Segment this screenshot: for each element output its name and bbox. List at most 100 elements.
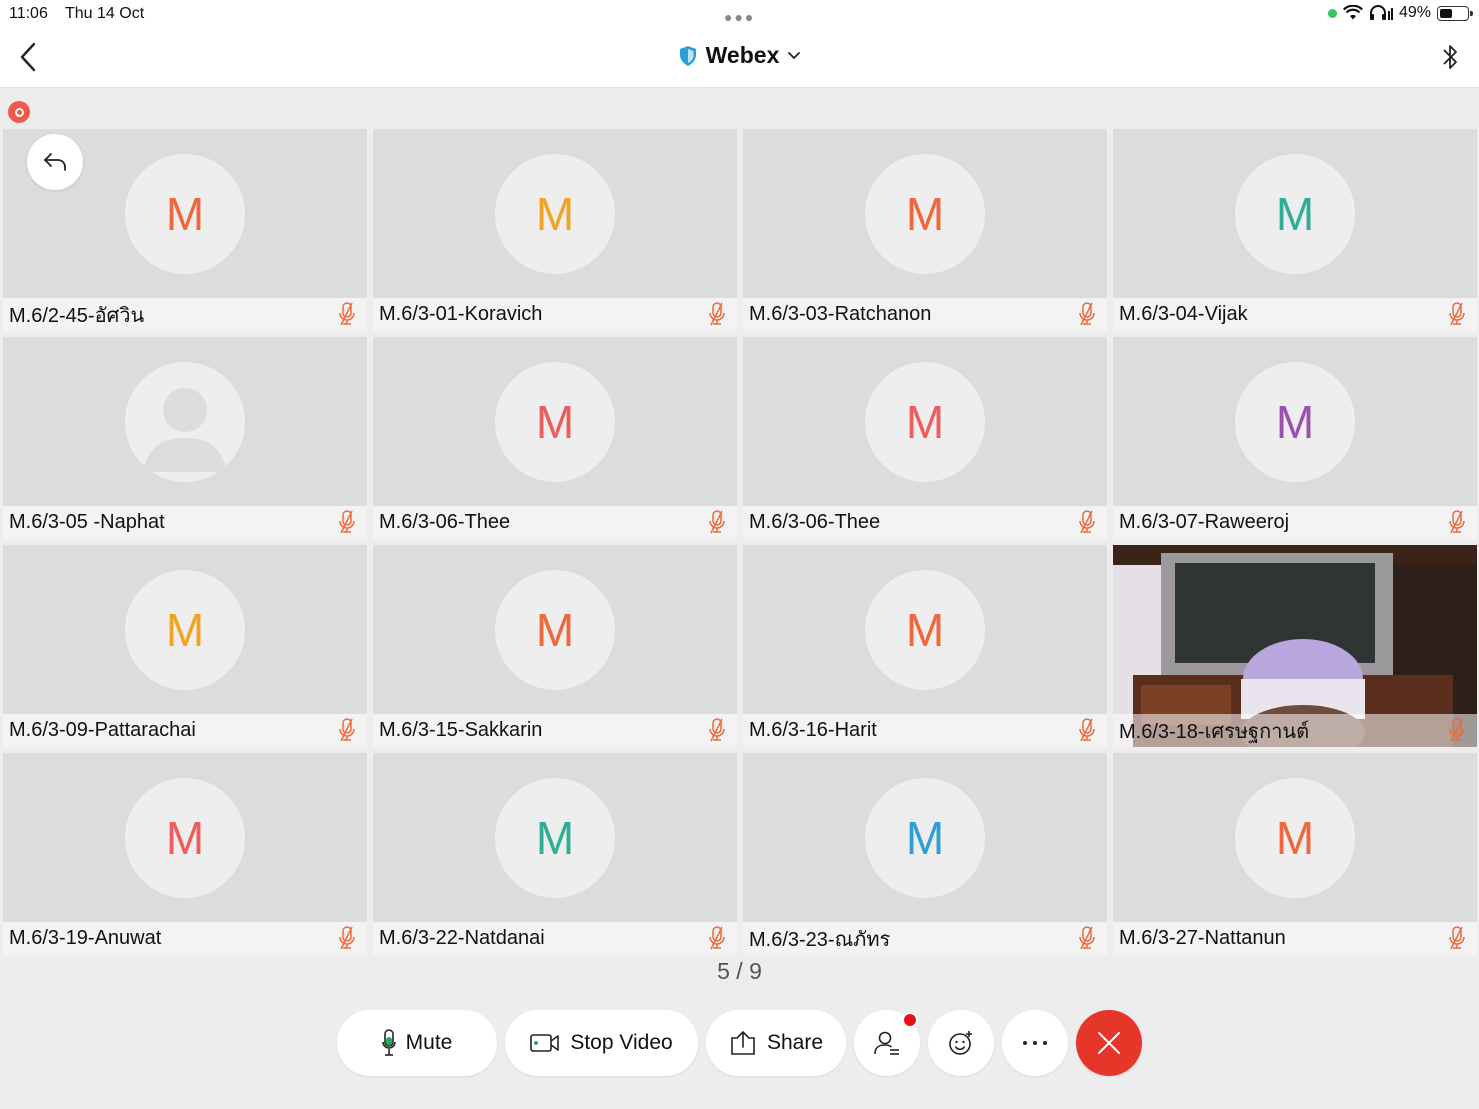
microphone-muted-icon — [1449, 718, 1465, 742]
more-dots-icon — [1023, 1041, 1047, 1045]
microphone-muted-icon — [709, 302, 725, 326]
participant-name: M.6/3-03-Ratchanon — [743, 298, 1107, 331]
participant-name-label: M.6/3-23-ณภัทร — [749, 928, 891, 951]
mute-button[interactable]: Mute — [337, 1010, 497, 1076]
participant-tile[interactable]: M M.6/3-03-Ratchanon — [743, 129, 1107, 331]
meeting-header: Webex — [0, 28, 1479, 88]
participant-name: M.6/3-22-Natdanai — [373, 922, 737, 955]
participant-name-label: M.6/3-01-Koravich — [379, 303, 543, 325]
back-arrow-button[interactable] — [27, 134, 83, 190]
multitasking-dots-icon[interactable]: ●●● — [724, 9, 755, 25]
microphone-muted-icon — [709, 510, 725, 534]
reactions-button[interactable] — [928, 1010, 994, 1076]
meeting-controls: Mute Stop Video Share — [0, 1010, 1479, 1076]
share-label: Share — [766, 1031, 824, 1054]
participant-tile[interactable]: M M.6/3-19-Anuwat — [3, 753, 367, 955]
microphone-muted-icon — [1449, 926, 1465, 950]
share-icon — [731, 1031, 755, 1055]
headphones-icon — [1369, 5, 1393, 20]
participant-name-label: M.6/3-09-Pattarachai — [9, 719, 196, 741]
microphone-muted-icon — [1079, 510, 1095, 534]
participant-avatar: M — [125, 778, 245, 898]
participant-name: M.6/3-19-Anuwat — [3, 922, 367, 955]
participant-name: M.6/2-45-อัศวิน — [3, 298, 367, 331]
close-icon — [1098, 1032, 1120, 1054]
participant-name: M.6/3-09-Pattarachai — [3, 714, 367, 747]
microphone-muted-icon — [1079, 302, 1095, 326]
wifi-icon — [1342, 5, 1363, 20]
participant-tile[interactable]: M M.6/3-22-Natdanai — [373, 753, 737, 955]
bluetooth-icon[interactable] — [1439, 40, 1461, 76]
participant-avatar: M — [865, 362, 985, 482]
default-avatar-icon — [125, 362, 245, 482]
participant-avatar: M — [125, 570, 245, 690]
participant-tile[interactable]: M M.6/3-06-Thee — [743, 337, 1107, 539]
microphone-muted-icon — [1079, 718, 1095, 742]
participant-name-label: M.6/3-16-Harit — [749, 719, 877, 741]
participant-name-label: M.6/3-06-Thee — [379, 511, 511, 533]
participant-name: M.6/3-16-Harit — [743, 714, 1107, 747]
emoji-icon — [949, 1031, 972, 1055]
microphone-muted-icon — [709, 926, 725, 950]
status-time: 11:06 — [9, 5, 48, 22]
participant-name: M.6/3-18-เศรษฐกานต์ — [1113, 714, 1477, 747]
participant-name-label: M.6/3-15-Sakkarin — [379, 719, 543, 741]
participant-name-label: M.6/3-19-Anuwat — [9, 927, 162, 949]
participant-name-label: M.6/3-05 -Naphat — [9, 511, 165, 533]
participant-tile[interactable]: M.6/3-05 -Naphat — [3, 337, 367, 539]
status-bar: 11:06 Thu 14 Oct ●●● 49% — [0, 0, 1479, 28]
participant-name-label: M.6/2-45-อัศวิน — [9, 304, 145, 327]
participant-tile[interactable]: M M.6/3-06-Thee — [373, 337, 737, 539]
microphone-muted-icon — [339, 926, 355, 950]
participants-icon — [874, 1031, 899, 1055]
stop-video-button[interactable]: Stop Video — [505, 1010, 698, 1076]
participant-name: M.6/3-04-Vijak — [1113, 298, 1477, 331]
participant-name: M.6/3-06-Thee — [743, 506, 1107, 539]
participant-avatar: M — [865, 570, 985, 690]
participant-tile[interactable]: M M.6/3-09-Pattarachai — [3, 545, 367, 747]
meeting-title-dropdown[interactable]: Webex — [0, 42, 1479, 69]
participant-name: M.6/3-15-Sakkarin — [373, 714, 737, 747]
microphone-icon — [381, 1029, 396, 1056]
microphone-muted-icon — [339, 302, 355, 326]
microphone-muted-icon — [709, 718, 725, 742]
battery-percent: 49% — [1398, 4, 1431, 21]
participant-tile[interactable]: M M.6/2-45-อัศวิน — [3, 129, 367, 331]
microphone-muted-icon — [1079, 926, 1095, 950]
participants-button[interactable] — [854, 1010, 920, 1076]
participant-name-label: M.6/3-04-Vijak — [1119, 303, 1248, 325]
participant-tile[interactable]: M M.6/3-15-Sakkarin — [373, 545, 737, 747]
participant-name-label: M.6/3-07-Raweeroj — [1119, 511, 1290, 533]
participant-avatar: M — [1235, 362, 1355, 482]
participant-name-label: M.6/3-27-Nattanun — [1119, 927, 1286, 949]
participant-tile[interactable]: M M.6/3-27-Nattanun — [1113, 753, 1477, 955]
battery-icon — [1437, 5, 1473, 21]
participant-name-label: M.6/3-22-Natdanai — [379, 927, 545, 949]
participant-avatar: M — [865, 778, 985, 898]
participant-tile[interactable]: M M.6/3-01-Koravich — [373, 129, 737, 331]
recording-indicator-icon[interactable] — [8, 101, 30, 123]
participant-tile[interactable]: M M.6/3-16-Harit — [743, 545, 1107, 747]
undo-arrow-icon — [44, 153, 66, 171]
microphone-muted-icon — [339, 718, 355, 742]
participant-tile[interactable]: M M.6/3-23-ณภัทร — [743, 753, 1107, 955]
more-options-button[interactable] — [1002, 1010, 1068, 1076]
participant-tile[interactable]: M M.6/3-04-Vijak — [1113, 129, 1477, 331]
stop-video-label: Stop Video — [570, 1031, 673, 1054]
participant-tile[interactable]: M M.6/3-07-Raweeroj — [1113, 337, 1477, 539]
leave-meeting-button[interactable] — [1076, 1010, 1142, 1076]
chevron-down-icon — [788, 51, 801, 59]
participant-name: M.6/3-27-Nattanun — [1113, 922, 1477, 955]
participant-avatar: M — [495, 778, 615, 898]
participant-avatar: M — [865, 154, 985, 274]
share-button[interactable]: Share — [706, 1010, 846, 1076]
participant-name: M.6/3-06-Thee — [373, 506, 737, 539]
camera-in-use-indicator — [1327, 8, 1337, 18]
participant-grid: M M.6/2-45-อัศวิน M M.6/3-01-Koravich M M.6/3… — [3, 129, 1477, 955]
video-camera-icon — [530, 1034, 560, 1052]
microphone-muted-icon — [1449, 510, 1465, 534]
page-indicator: 5 / 9 — [717, 958, 762, 984]
participant-avatar: M — [1235, 154, 1355, 274]
participant-name: M.6/3-07-Raweeroj — [1113, 506, 1477, 539]
participant-tile[interactable]: M.6/3-18-เศรษฐกานต์ — [1113, 545, 1477, 747]
